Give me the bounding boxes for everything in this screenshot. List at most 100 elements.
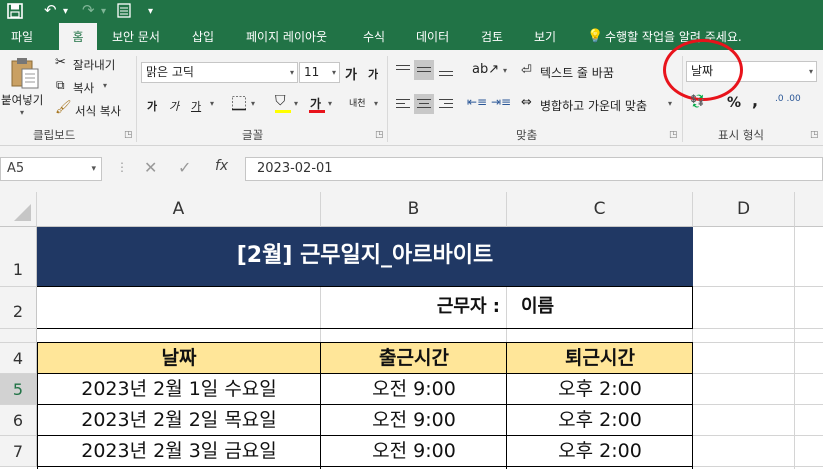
undo-dropdown-icon[interactable]: ▾ — [63, 3, 68, 21]
orientation-dropdown-icon[interactable]: ▾ — [503, 66, 507, 75]
fill-color-icon[interactable]: ⛉ — [275, 93, 286, 109]
header-date-cell[interactable]: 날짜 — [37, 343, 321, 374]
number-launcher-icon[interactable]: ◳ — [810, 130, 819, 140]
clock-in-cell[interactable]: 오전 9:00 — [321, 374, 507, 405]
align-left-button[interactable] — [393, 94, 413, 114]
formula-input[interactable]: 2023-02-01 — [245, 157, 823, 181]
font-color-dropdown-icon[interactable]: ▾ — [328, 99, 332, 108]
decrease-indent-icon[interactable]: ⇤≡ — [467, 95, 487, 109]
tab-page-layout[interactable]: 페이지 레이아웃 — [246, 23, 327, 50]
shrink-font-button[interactable]: 가 — [368, 66, 378, 82]
align-center-button[interactable] — [414, 94, 434, 114]
date-cell[interactable]: 2023년 2월 1일 수요일 — [37, 374, 321, 405]
column-header-a[interactable]: A — [37, 192, 321, 227]
tab-file[interactable]: 파일 — [11, 23, 33, 50]
tab-insert[interactable]: 삽입 — [192, 23, 214, 50]
chevron-down-icon: ▾ — [289, 68, 294, 77]
paste-button[interactable]: 붙여넣기 — [1, 92, 43, 108]
customize-toolbar-icon[interactable]: ▾ — [148, 3, 153, 21]
column-header-d[interactable]: D — [693, 192, 795, 227]
font-color-swatch — [309, 110, 325, 113]
row-header-1[interactable]: 1 — [0, 227, 37, 287]
row-header-6[interactable]: 6 — [0, 405, 37, 436]
column-header-b[interactable]: B — [321, 192, 507, 227]
paste-dropdown-icon[interactable]: ▾ — [20, 108, 24, 117]
copy-icon[interactable]: ⧉ — [56, 78, 65, 93]
column-header-c[interactable]: C — [507, 192, 693, 227]
cut-button[interactable]: 잘라내기 — [73, 57, 115, 73]
align-middle-button[interactable] — [414, 60, 434, 80]
row-header-5[interactable]: 5 — [0, 374, 37, 405]
worker-name-cell[interactable]: 이름 — [507, 287, 692, 328]
font-name-select[interactable]: 맑은 고딕 ▾ — [141, 62, 298, 83]
percent-button[interactable]: % — [727, 95, 741, 111]
copy-dropdown-icon[interactable]: ▾ — [103, 81, 107, 90]
row-header-4[interactable]: 4 — [0, 343, 37, 374]
insert-function-icon[interactable]: fx — [215, 158, 228, 174]
tab-formulas[interactable]: 수식 — [363, 23, 385, 50]
date-cell[interactable]: 2023년 2월 2일 목요일 — [37, 405, 321, 436]
clock-out-cell[interactable]: 오후 2:00 — [507, 436, 693, 467]
grow-font-button[interactable]: 가 — [345, 64, 357, 83]
wrap-text-icon[interactable]: ⏎ — [521, 63, 532, 78]
row-header-7[interactable]: 7 — [0, 436, 37, 467]
undo-icon[interactable]: ↶ — [44, 1, 57, 19]
font-size-select[interactable]: 11 ▾ — [299, 62, 340, 83]
phonetic-dropdown-icon[interactable]: ▾ — [374, 99, 378, 108]
align-right-button[interactable] — [436, 94, 456, 114]
print-preview-icon[interactable] — [117, 3, 131, 18]
header-clock-in-cell[interactable]: 출근시간 — [321, 343, 507, 374]
tab-home[interactable]: 홈 — [59, 23, 97, 50]
phonetic-button[interactable]: 내천 — [349, 96, 366, 109]
select-all-corner[interactable] — [0, 192, 37, 227]
bold-button[interactable]: 가 — [147, 98, 157, 114]
confirm-formula-icon[interactable]: ✓ — [178, 158, 191, 177]
copy-button[interactable]: 복사 — [73, 80, 94, 96]
clock-in-cell[interactable]: 오전 9:00 — [321, 436, 507, 467]
border-line — [692, 286, 693, 329]
clock-out-cell[interactable]: 오후 2:00 — [507, 405, 693, 436]
align-top-button[interactable] — [393, 60, 413, 80]
border-dropdown-icon[interactable]: ▾ — [251, 99, 255, 108]
increase-indent-icon[interactable]: ⇥≡ — [491, 95, 511, 109]
decimal-buttons[interactable]: .0 .00 — [775, 95, 821, 104]
alignment-launcher-icon[interactable]: ◳ — [669, 130, 678, 140]
tab-review[interactable]: 검토 — [481, 23, 503, 50]
column-header-e[interactable] — [795, 192, 823, 227]
italic-button[interactable]: 가 — [169, 98, 179, 114]
sheet-title-cell[interactable]: [2월] 근무일지_아르바이트 — [37, 227, 693, 286]
worker-label-cell[interactable]: 근무자 : — [321, 287, 506, 328]
format-painter-button[interactable]: 서식 복사 — [75, 103, 121, 119]
scissors-icon[interactable]: ✂ — [55, 55, 66, 70]
orientation-icon[interactable]: ab↗ — [472, 62, 499, 77]
format-painter-icon[interactable]: 🖌 — [55, 100, 72, 115]
border-icon[interactable] — [231, 95, 247, 111]
redo-icon: ↷ — [82, 1, 95, 19]
header-clock-out-cell[interactable]: 퇴근시간 — [507, 343, 693, 374]
tab-protected-doc[interactable]: 보안 문서 — [112, 23, 160, 50]
row-header-2[interactable]: 2 — [0, 287, 37, 329]
clock-out-cell[interactable]: 오후 2:00 — [507, 374, 693, 405]
clock-in-cell[interactable]: 오전 9:00 — [321, 405, 507, 436]
date-cell[interactable]: 2023년 2월 3일 금요일 — [37, 436, 321, 467]
tab-view[interactable]: 보기 — [534, 23, 556, 50]
fill-color-swatch — [275, 110, 291, 113]
wrap-text-button[interactable]: 텍스트 줄 바꿈 — [540, 64, 614, 81]
merge-center-button[interactable]: 병합하고 가운데 맞춤 — [540, 97, 647, 114]
row-header-3[interactable]: 3 — [0, 329, 37, 343]
font-launcher-icon[interactable]: ◳ — [375, 130, 384, 140]
align-bottom-button[interactable] — [436, 60, 456, 80]
save-icon[interactable] — [7, 3, 23, 19]
name-box[interactable]: A5 ▾ — [0, 157, 102, 181]
underline-dropdown-icon[interactable]: ▾ — [210, 99, 214, 108]
merge-dropdown-icon[interactable]: ▾ — [668, 99, 672, 108]
underline-button[interactable]: 가 — [191, 98, 201, 114]
merge-center-icon[interactable]: ⇔ — [521, 95, 532, 110]
fill-dropdown-icon[interactable]: ▾ — [294, 99, 298, 108]
paste-icon[interactable] — [10, 57, 40, 89]
tab-data[interactable]: 데이터 — [416, 23, 449, 50]
comma-button[interactable]: , — [752, 91, 758, 110]
cancel-formula-icon[interactable]: ✕ — [144, 158, 157, 177]
clipboard-launcher-icon[interactable]: ◳ — [124, 130, 133, 140]
accounting-format-icon[interactable]: 💱 — [690, 94, 705, 108]
